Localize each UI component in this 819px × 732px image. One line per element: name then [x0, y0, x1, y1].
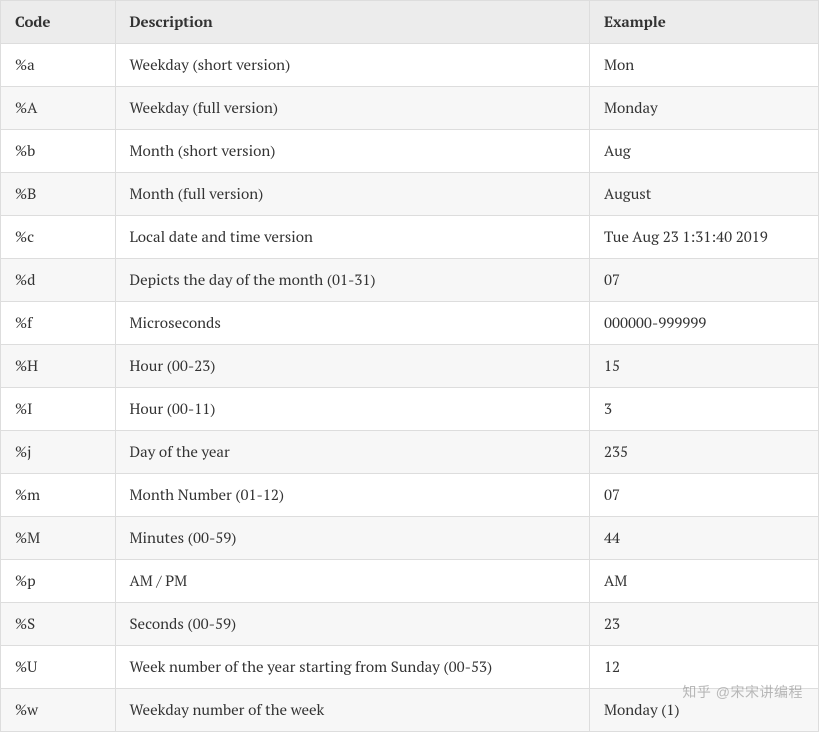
cell-code: %j [1, 431, 116, 474]
table-row: %fMicroseconds000000-999999 [1, 302, 819, 345]
cell-code: %f [1, 302, 116, 345]
col-header-example: Example [589, 1, 818, 44]
cell-description: Month Number (01-12) [115, 474, 589, 517]
cell-code: %d [1, 259, 116, 302]
cell-example: AM [589, 560, 818, 603]
table-row: %UWeek number of the year starting from … [1, 646, 819, 689]
cell-description: Day of the year [115, 431, 589, 474]
cell-example: Monday (1) [589, 689, 818, 732]
cell-example: 235 [589, 431, 818, 474]
table-row: %jDay of the year235 [1, 431, 819, 474]
cell-example: 12 [589, 646, 818, 689]
cell-code: %m [1, 474, 116, 517]
cell-example: 15 [589, 345, 818, 388]
cell-description: Microseconds [115, 302, 589, 345]
cell-code: %w [1, 689, 116, 732]
table-row: %mMonth Number (01-12)07 [1, 474, 819, 517]
table-row: %aWeekday (short version)Mon [1, 44, 819, 87]
table-row: %IHour (00-11)3 [1, 388, 819, 431]
table-header-row: Code Description Example [1, 1, 819, 44]
cell-code: %S [1, 603, 116, 646]
table-row: %HHour (00-23)15 [1, 345, 819, 388]
table-row: %AWeekday (full version)Monday [1, 87, 819, 130]
cell-description: Seconds (00-59) [115, 603, 589, 646]
cell-description: Hour (00-11) [115, 388, 589, 431]
cell-description: Week number of the year starting from Su… [115, 646, 589, 689]
cell-example: Mon [589, 44, 818, 87]
table-row: %wWeekday number of the weekMonday (1) [1, 689, 819, 732]
table-row: %bMonth (short version)Aug [1, 130, 819, 173]
cell-code: %I [1, 388, 116, 431]
format-codes-table: Code Description Example %aWeekday (shor… [0, 0, 819, 732]
cell-example: 3 [589, 388, 818, 431]
cell-code: %b [1, 130, 116, 173]
col-header-description: Description [115, 1, 589, 44]
cell-description: Hour (00-23) [115, 345, 589, 388]
cell-code: %U [1, 646, 116, 689]
cell-code: %A [1, 87, 116, 130]
cell-example: 07 [589, 474, 818, 517]
cell-example: 07 [589, 259, 818, 302]
cell-description: Weekday (short version) [115, 44, 589, 87]
cell-example: 23 [589, 603, 818, 646]
cell-description: Minutes (00-59) [115, 517, 589, 560]
table-row: %cLocal date and time versionTue Aug 23 … [1, 216, 819, 259]
table-row: %BMonth (full version)August [1, 173, 819, 216]
col-header-code: Code [1, 1, 116, 44]
cell-description: Weekday number of the week [115, 689, 589, 732]
cell-description: Weekday (full version) [115, 87, 589, 130]
cell-code: %p [1, 560, 116, 603]
cell-description: AM / PM [115, 560, 589, 603]
cell-description: Month (full version) [115, 173, 589, 216]
cell-description: Month (short version) [115, 130, 589, 173]
cell-example: August [589, 173, 818, 216]
table-row: %pAM / PMAM [1, 560, 819, 603]
cell-code: %c [1, 216, 116, 259]
cell-code: %H [1, 345, 116, 388]
cell-example: Aug [589, 130, 818, 173]
cell-example: Monday [589, 87, 818, 130]
cell-description: Depicts the day of the month (01-31) [115, 259, 589, 302]
cell-example: 44 [589, 517, 818, 560]
table-row: %dDepicts the day of the month (01-31)07 [1, 259, 819, 302]
table-row: %SSeconds (00-59)23 [1, 603, 819, 646]
cell-description: Local date and time version [115, 216, 589, 259]
cell-example: Tue Aug 23 1:31:40 2019 [589, 216, 818, 259]
cell-code: %M [1, 517, 116, 560]
cell-example: 000000-999999 [589, 302, 818, 345]
cell-code: %a [1, 44, 116, 87]
table-row: %MMinutes (00-59)44 [1, 517, 819, 560]
cell-code: %B [1, 173, 116, 216]
